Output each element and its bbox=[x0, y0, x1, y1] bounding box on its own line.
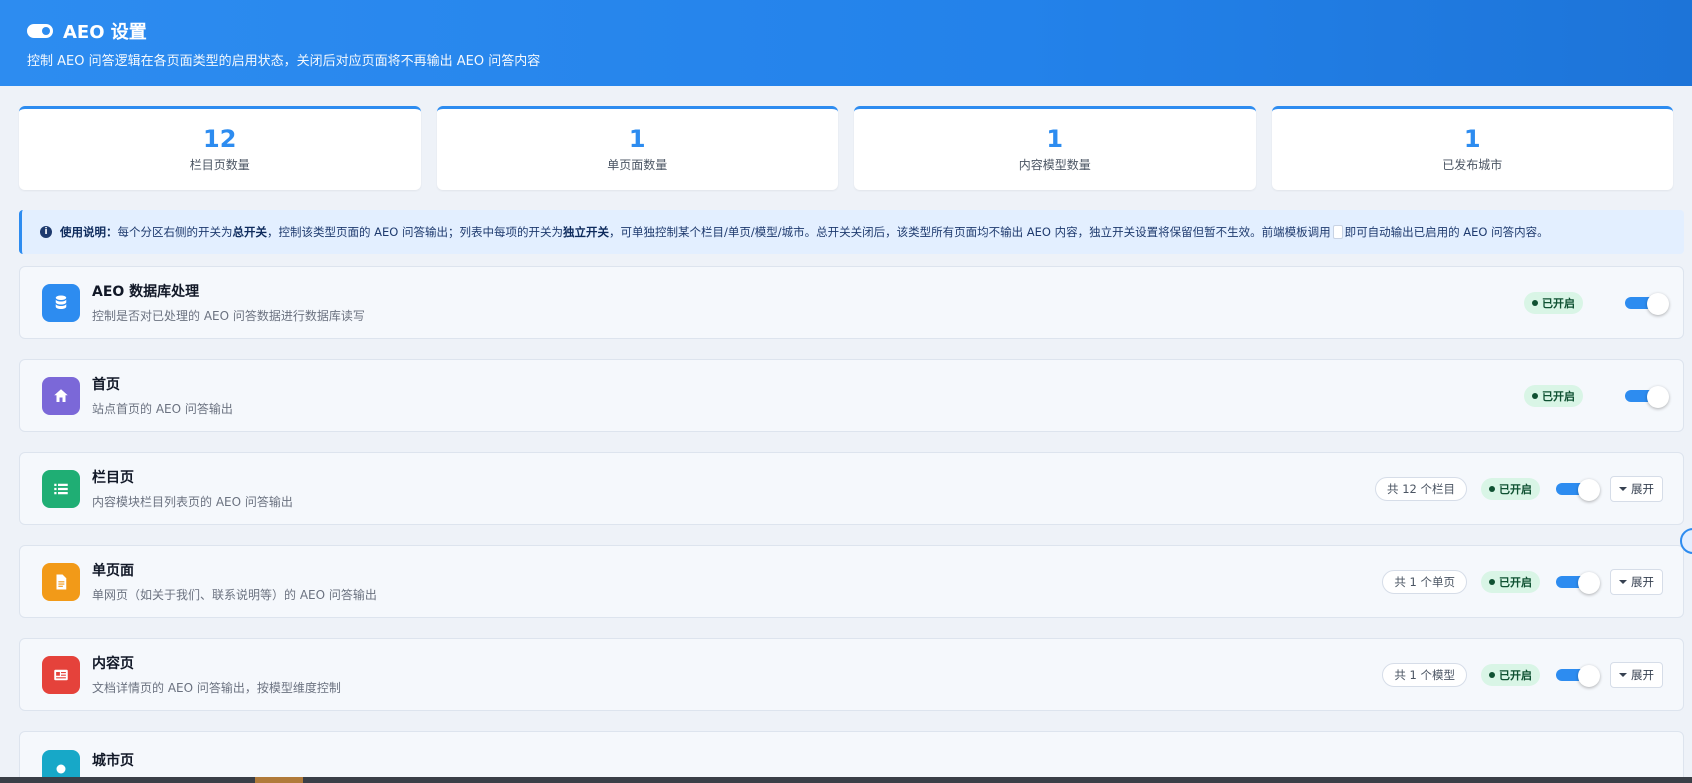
notice-bold: 独立开关 bbox=[563, 225, 609, 239]
notice-text: ，控制该类型页面的 AEO 问答输出；列表中每项的开关为 bbox=[267, 225, 563, 239]
section-desc: 单网页（如关于我们、联系说明等）的 AEO 问答输出 bbox=[92, 588, 377, 602]
status-label: 已开启 bbox=[1542, 389, 1575, 403]
status-label: 已开启 bbox=[1499, 575, 1532, 589]
notice-bold: 总开关 bbox=[232, 225, 268, 239]
caret-down-icon bbox=[1619, 672, 1627, 677]
database-icon bbox=[42, 283, 80, 322]
page-subtitle: 控制 AEO 问答逻辑在各页面类型的启用状态，关闭后对应页面将不再输出 AEO … bbox=[27, 54, 541, 69]
section-content-page: 内容页 文档详情页的 AEO 问答输出，按模型维度控制 共 1 个模型 已开启 … bbox=[19, 638, 1684, 711]
stat-card-cities: 1 已发布城市 bbox=[1271, 106, 1673, 190]
section-title: 单页面 bbox=[92, 563, 134, 579]
master-switch-content-page[interactable] bbox=[1556, 664, 1600, 687]
stat-card-pages: 1 单页面数量 bbox=[436, 106, 838, 190]
section-title: 城市页 bbox=[92, 753, 134, 769]
master-switch-single-page[interactable] bbox=[1556, 571, 1600, 594]
stat-value: 1 bbox=[1046, 124, 1064, 153]
status-badge: 已开启 bbox=[1524, 384, 1583, 407]
toggle-icon bbox=[27, 24, 53, 38]
count-pill: 共 12 个栏目 bbox=[1375, 476, 1467, 501]
stat-value: 12 bbox=[203, 124, 237, 153]
status-label: 已开启 bbox=[1499, 482, 1532, 496]
status-badge: 已开启 bbox=[1481, 570, 1540, 593]
notice-text: 每个分区右侧的开关为 bbox=[117, 225, 233, 239]
section-desc: 控制是否对已处理的 AEO 问答数据进行数据库读写 bbox=[92, 309, 365, 323]
expand-label: 展开 bbox=[1631, 667, 1654, 682]
file-icon bbox=[42, 562, 80, 601]
stat-label: 栏目页数量 bbox=[189, 158, 250, 173]
section-desc: 站点首页的 AEO 问答输出 bbox=[92, 402, 233, 416]
stat-value: 1 bbox=[1463, 124, 1481, 153]
list-icon bbox=[42, 469, 80, 508]
usage-notice: i 使用说明： 每个分区右侧的开关为 总开关 ，控制该类型页面的 AEO 问答输… bbox=[19, 210, 1684, 254]
notice-text: ，可单独控制某个栏目/单页/模型/城市。总开关关闭后，该类型所有页面均不输出 A… bbox=[609, 225, 1331, 239]
caret-down-icon bbox=[1619, 486, 1627, 491]
section-desc: 内容模块栏目列表页的 AEO 问答输出 bbox=[92, 495, 293, 509]
notice-text: 即可自动输出已启用的 AEO 问答内容。 bbox=[1344, 225, 1549, 239]
section-single-page: 单页面 单网页（如关于我们、联系说明等）的 AEO 问答输出 共 1 个单页 已… bbox=[19, 545, 1684, 618]
expand-label: 展开 bbox=[1631, 574, 1654, 589]
section-city-page: 城市页 bbox=[19, 731, 1684, 783]
section-desc: 文档详情页的 AEO 问答输出，按模型维度控制 bbox=[92, 681, 341, 695]
page-title: AEO 设置 bbox=[63, 22, 147, 43]
page-header: AEO 设置 控制 AEO 问答逻辑在各页面类型的启用状态，关闭后对应页面将不再… bbox=[0, 0, 1692, 86]
stat-card-categories: 12 栏目页数量 bbox=[19, 106, 421, 190]
section-home: 首页 站点首页的 AEO 问答输出 已开启 bbox=[19, 359, 1684, 432]
expand-button[interactable]: 展开 bbox=[1610, 661, 1663, 688]
template-code-chip bbox=[1332, 225, 1343, 239]
caret-down-icon bbox=[1619, 579, 1627, 584]
section-title: 首页 bbox=[92, 377, 120, 393]
notice-lead: 使用说明： bbox=[60, 225, 118, 239]
expand-button[interactable]: 展开 bbox=[1610, 568, 1663, 595]
section-title: 内容页 bbox=[92, 656, 134, 672]
section-title: 栏目页 bbox=[92, 470, 134, 486]
status-badge: 已开启 bbox=[1524, 291, 1583, 314]
newspaper-icon bbox=[42, 655, 80, 694]
home-icon bbox=[42, 376, 80, 415]
master-switch-category[interactable] bbox=[1556, 478, 1600, 501]
section-title: AEO 数据库处理 bbox=[92, 284, 200, 300]
info-icon: i bbox=[40, 226, 52, 238]
master-switch-aeo-database[interactable] bbox=[1625, 292, 1669, 315]
stat-card-models: 1 内容模型数量 bbox=[854, 106, 1256, 190]
stat-label: 内容模型数量 bbox=[1018, 158, 1091, 173]
section-category: 栏目页 内容模块栏目列表页的 AEO 问答输出 共 12 个栏目 已开启 展开 bbox=[19, 452, 1684, 525]
status-badge: 已开启 bbox=[1481, 477, 1540, 500]
expand-button[interactable]: 展开 bbox=[1610, 475, 1663, 502]
master-switch-home[interactable] bbox=[1625, 385, 1669, 408]
count-pill: 共 1 个模型 bbox=[1382, 662, 1467, 687]
taskbar bbox=[0, 777, 1692, 783]
section-aeo-database: AEO 数据库处理 控制是否对已处理的 AEO 问答数据进行数据库读写 已开启 bbox=[19, 266, 1684, 339]
stat-value: 1 bbox=[628, 124, 646, 153]
stat-label: 已发布城市 bbox=[1442, 158, 1503, 173]
stats-row: 12 栏目页数量 1 单页面数量 1 内容模型数量 1 已发布城市 bbox=[0, 86, 1692, 190]
status-badge: 已开启 bbox=[1481, 663, 1540, 686]
status-label: 已开启 bbox=[1542, 296, 1575, 310]
stat-label: 单页面数量 bbox=[607, 158, 668, 173]
expand-label: 展开 bbox=[1631, 481, 1654, 496]
count-pill: 共 1 个单页 bbox=[1382, 569, 1467, 594]
status-label: 已开启 bbox=[1499, 668, 1532, 682]
